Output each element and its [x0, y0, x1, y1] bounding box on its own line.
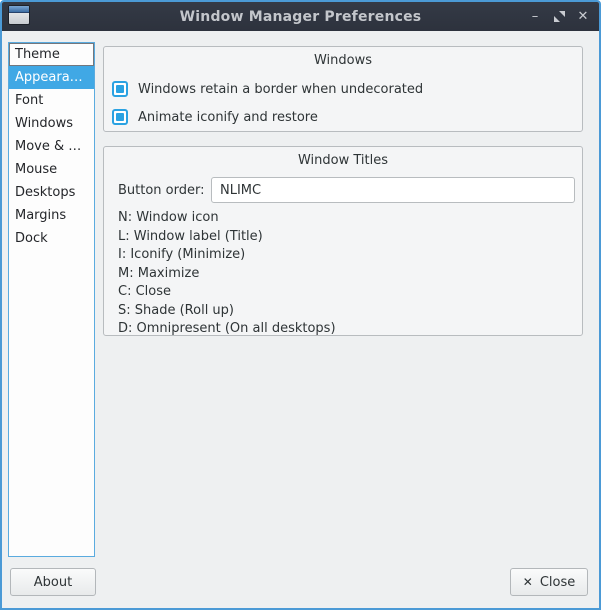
window-title: Window Manager Preferences: [2, 9, 599, 25]
sidebar-item-move-resize[interactable]: Move & …: [9, 135, 94, 158]
animate-iconify-checkbox[interactable]: [112, 109, 128, 125]
sidebar-item-margins[interactable]: Margins: [9, 204, 94, 227]
windows-section-title: Windows: [104, 53, 582, 68]
minimize-button[interactable]: –: [523, 2, 547, 31]
dialog-content: Theme Appeara… Font Windows Move & … Mou…: [2, 31, 599, 608]
window-controls: – ✕: [523, 2, 595, 31]
about-button-label: About: [34, 575, 72, 590]
sidebar-item-font[interactable]: Font: [9, 89, 94, 112]
titlebar[interactable]: Window Manager Preferences – ✕: [2, 2, 599, 31]
animate-iconify-label[interactable]: Animate iconify and restore: [138, 110, 318, 125]
category-list: Theme Appeara… Font Windows Move & … Mou…: [8, 42, 95, 557]
checkbox-row-animate-iconify: Animate iconify and restore: [112, 109, 318, 125]
button-order-input[interactable]: [211, 177, 575, 203]
sidebar-item-dock[interactable]: Dock: [9, 227, 94, 250]
legend-line: N: Window icon: [118, 209, 574, 228]
sidebar-item-mouse[interactable]: Mouse: [9, 158, 94, 181]
retain-border-checkbox[interactable]: [112, 81, 128, 97]
checkbox-checked-mark: [116, 113, 124, 121]
sidebar-item-desktops[interactable]: Desktops: [9, 181, 94, 204]
button-order-legend: N: Window icon L: Window label (Title) I…: [118, 209, 574, 339]
retain-border-label[interactable]: Windows retain a border when undecorated: [138, 82, 423, 97]
button-order-row: Button order:: [118, 177, 575, 203]
sidebar-item-appearance[interactable]: Appeara…: [9, 66, 94, 89]
legend-line: M: Maximize: [118, 265, 574, 284]
checkbox-checked-mark: [116, 85, 124, 93]
window-manager-preferences-window: Window Manager Preferences – ✕ Theme App…: [0, 0, 601, 610]
window-menu-icon[interactable]: [8, 5, 30, 25]
close-window-button[interactable]: ✕: [571, 2, 595, 31]
legend-line: C: Close: [118, 283, 574, 302]
close-button[interactable]: ✕ Close: [510, 568, 588, 596]
sidebar-item-windows[interactable]: Windows: [9, 112, 94, 135]
maximize-button[interactable]: [547, 2, 571, 31]
legend-line: S: Shade (Roll up): [118, 302, 574, 321]
window-titles-section: Window Titles Button order: N: Window ic…: [103, 146, 583, 336]
window-titles-section-title: Window Titles: [104, 153, 582, 168]
legend-line: D: Omnipresent (On all desktops): [118, 320, 574, 339]
windows-section: Windows Windows retain a border when und…: [103, 46, 583, 132]
close-x-icon: ✕: [523, 575, 533, 589]
button-order-label: Button order:: [118, 183, 211, 198]
close-button-label: Close: [540, 575, 575, 590]
about-button[interactable]: About: [10, 568, 96, 596]
sidebar-item-theme[interactable]: Theme: [9, 43, 94, 66]
checkbox-row-retain-border: Windows retain a border when undecorated: [112, 81, 423, 97]
maximize-icon: [554, 11, 565, 22]
legend-line: L: Window label (Title): [118, 228, 574, 247]
legend-line: I: Iconify (Minimize): [118, 246, 574, 265]
